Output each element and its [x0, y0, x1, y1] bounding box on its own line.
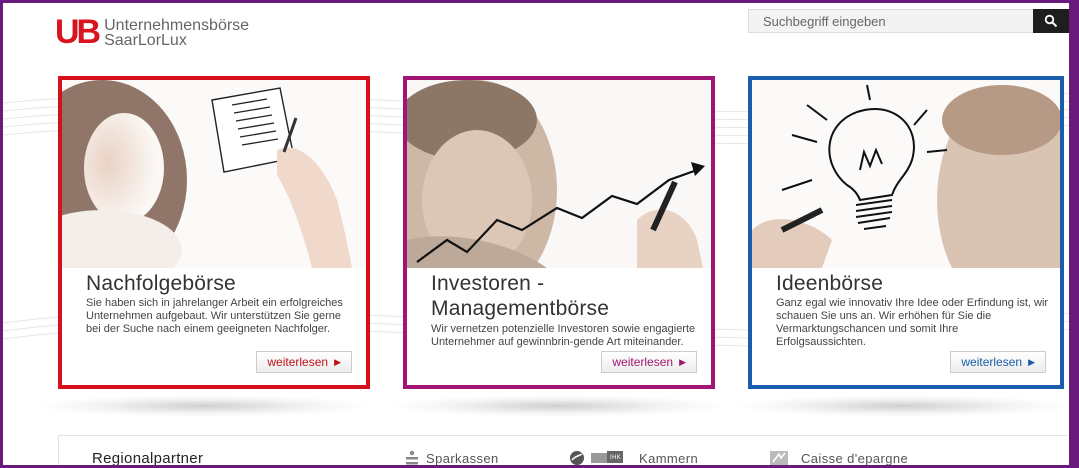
card-title-line-2: Managementbörse [431, 297, 610, 320]
page: UB Unternehmensbörse SaarLorLux Suchbegr… [3, 3, 1069, 465]
card-description: Wir vernetzen potenzielle Investoren sow… [431, 323, 696, 348]
button-label: weiterlesen [612, 355, 674, 369]
search-button[interactable] [1033, 9, 1069, 33]
card-shadow [33, 395, 373, 417]
logo-mark: UB [55, 13, 101, 51]
logo-text: Unternehmensbörse SaarLorLux [104, 17, 250, 49]
logo-line-1: Unternehmensbörse [104, 17, 250, 34]
card-image-lightbulb [752, 80, 1060, 268]
sparkasse-icon [406, 450, 418, 465]
card-title: Ideenbörse [776, 272, 884, 295]
card-nachfolgeboerse: Nachfolgebörse Sie haben sich in jahrela… [58, 76, 370, 389]
logo-line-2: SaarLorLux [104, 32, 187, 49]
card-title: Nachfolgebörse [86, 272, 236, 295]
partner-kammern[interactable]: IHK Kammern [569, 450, 698, 465]
caisse-icon [770, 451, 788, 465]
arrow-right-icon: ▶ [1028, 357, 1035, 367]
weiterlesen-button[interactable]: weiterlesen ▶ [256, 351, 352, 373]
arrow-right-icon: ▶ [679, 357, 686, 367]
card-description: Ganz egal wie innovativ Ihre Idee oder E… [776, 297, 1049, 348]
ihk-icon: IHK [570, 451, 623, 465]
card-investoren: Investoren - Managementbörse Wir vernetz… [403, 76, 715, 389]
card-shadow [388, 395, 728, 417]
partner-sparkassen[interactable]: Sparkassen [404, 450, 499, 465]
site-logo[interactable]: UB Unternehmensbörse SaarLorLux [55, 13, 250, 51]
search-input[interactable] [749, 10, 1033, 32]
search-icon [1044, 14, 1058, 28]
arrow-right-icon: ▶ [334, 357, 341, 367]
card-ideenboerse: Ideenbörse Ganz egal wie innovativ Ihre … [748, 76, 1064, 389]
partner-label: Kammern [639, 450, 699, 466]
weiterlesen-button[interactable]: weiterlesen ▶ [950, 351, 1046, 373]
weiterlesen-button[interactable]: weiterlesen ▶ [601, 351, 697, 373]
card-shadow [733, 395, 1069, 417]
search-box [748, 9, 1036, 33]
partners-title: Regionalpartner [92, 450, 204, 465]
partner-label: Caisse d'epargne [801, 450, 909, 466]
regional-partners-bar: Regionalpartner Sparkassen IHK Kammern C… [58, 435, 1067, 465]
card-title-line-1: Investoren - [431, 272, 545, 295]
partner-label: Sparkassen [426, 450, 499, 466]
card-image-woman-signing [62, 80, 366, 268]
button-label: weiterlesen [961, 355, 1023, 369]
card-description: Sie haben sich in jahrelanger Arbeit ein… [86, 297, 343, 335]
ihk-badge: IHK [610, 455, 621, 461]
card-image-man-chart [407, 80, 711, 268]
button-label: weiterlesen [267, 355, 329, 369]
partner-caisse[interactable]: Caisse d'epargne [769, 450, 908, 465]
